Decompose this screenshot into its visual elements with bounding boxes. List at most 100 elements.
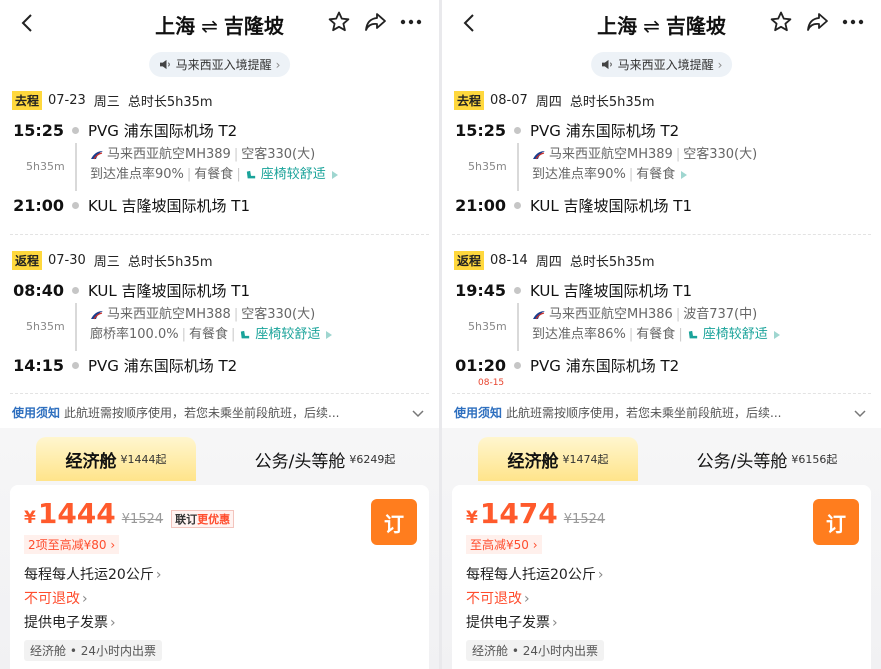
flight-detail-panel: 上海 ⇌ 吉隆坡 马来西亚入境提醒 › 去程 08-07 周四 总时长5h35m 15… (442, 0, 881, 669)
airline-logo-icon (533, 150, 545, 159)
ticketing-chip: 经济舱 • 24小时内出票 (24, 640, 162, 661)
flight-date: 08-07 (490, 92, 528, 108)
meal-info: 有餐食 (636, 167, 676, 182)
cabin-price: ¥1474起 (562, 453, 609, 466)
entry-notice-text: 马来西亚入境提醒 (175, 58, 272, 72)
total-duration: 总时长5h35m (569, 94, 655, 110)
refund-policy-link[interactable]: 不可退改 › (24, 588, 88, 608)
total-duration: 总时长5h35m (127, 94, 213, 110)
more-icon[interactable] (841, 10, 867, 36)
flight-info[interactable]: 马来西亚航空MH386 | 波音737(中) 到达准点率86% | 有餐食 | 座椅较舒适 (532, 305, 782, 345)
departure-stop: 15:25 PVG 浦东国际机场 T2 (0, 119, 237, 141)
outbound-tag: 去程 (12, 90, 43, 110)
star-icon[interactable] (327, 10, 353, 36)
discount-link[interactable]: 2项至高减¥80 › (24, 535, 120, 554)
timeline-line (75, 303, 77, 351)
seat-icon (688, 330, 697, 338)
chevron-down-icon[interactable] (411, 406, 425, 420)
star-icon[interactable] (769, 10, 795, 36)
baggage-link[interactable]: 每程每人托运20公斤 › (24, 564, 161, 584)
usage-notice[interactable]: 使用须知 此航班需按顺序使用，若您未乘坐前段航班，后续... (454, 404, 867, 421)
baggage-link[interactable]: 每程每人托运20公斤 › (466, 564, 603, 584)
arrival-stop: 21:00 KUL 吉隆坡国际机场 T1 (0, 194, 250, 216)
return-segment: 返程 08-14 周四 总时长5h35m (442, 250, 881, 270)
punctuality: 廊桥率100.0% (90, 327, 179, 342)
flight-detail-panel: 上海 ⇌ 吉隆坡 马来西亚入境提醒 › 去程 07-23 周三 总时长5h35m 15… (0, 0, 439, 669)
cabin-name: 公务/头等舱 (696, 451, 788, 472)
header: 上海 ⇌ 吉隆坡 (442, 0, 881, 46)
flight-info[interactable]: 马来西亚航空MH388 | 空客330(大) 廊桥率100.0% | 有餐食 | 座椅较舒适 (90, 305, 334, 345)
divider (452, 234, 871, 235)
fare-price: ¥ 1444 ¥1524 联订更优惠 (24, 497, 235, 530)
share-icon[interactable] (805, 10, 831, 36)
usage-notice[interactable]: 使用须知 此航班需按顺序使用，若您未乘坐前段航班，后续... (12, 404, 425, 421)
comfort-label[interactable]: 座椅较舒适 (244, 167, 326, 182)
divider (452, 393, 871, 394)
usage-notice-label: 使用须知 (454, 406, 503, 420)
round-trip-icon: ⇌ (643, 14, 660, 38)
tab-business[interactable]: 公务/头等舱 ¥6249起 (235, 437, 415, 481)
timeline-dot (514, 286, 521, 294)
comfort-label[interactable]: 座椅较舒适 (238, 327, 320, 342)
timeline-dot (72, 286, 79, 294)
fare-card: ¥ 1474 ¥1524 至高减¥50 › 订 每程每人托运20公斤 › 不可退改… (452, 485, 871, 669)
usage-notice-text: 此航班需按顺序使用，若您未乘坐前段航班，后续... (506, 406, 782, 420)
flight-date: 08-14 (490, 252, 528, 268)
flight-info[interactable]: 马来西亚航空MH389 | 空客330(大) 到达准点率90% | 有餐食 | 座椅较舒适 (90, 145, 340, 185)
invoice-link[interactable]: 提供电子发票 › (24, 612, 116, 632)
currency-symbol: ¥ (466, 508, 478, 528)
arrival-time: 21:00 (455, 195, 506, 215)
comfort-label[interactable]: 座椅较舒适 (686, 327, 768, 342)
entry-notice-link[interactable]: 马来西亚入境提醒 › (590, 52, 733, 77)
seat-icon (241, 330, 250, 338)
invoice-link[interactable]: 提供电子发票 › (466, 612, 558, 632)
airline-logo-icon (533, 310, 545, 319)
airline-flight: 马来西亚航空MH388 (107, 307, 231, 322)
meal-info: 有餐食 (194, 167, 234, 182)
arrival-time: 14:15 (13, 355, 64, 375)
departure-airport: PVG 浦东国际机场 T2 (530, 121, 680, 140)
destination-city: 吉隆坡 (665, 14, 726, 38)
return-segment: 返程 07-30 周三 总时长5h35m (0, 250, 439, 270)
flight-duration: 5h35m (468, 160, 507, 173)
more-icon[interactable] (399, 10, 425, 36)
cabin-name: 公务/头等舱 (254, 451, 346, 472)
meal-info: 有餐食 (188, 327, 228, 342)
arrival-stop: 01:20 PVG 浦东国际机场 T2 (442, 354, 679, 376)
arrival-time: 01:20 (455, 355, 506, 375)
airline-flight: 马来西亚航空MH389 (549, 147, 673, 162)
refund-policy-link[interactable]: 不可退改 › (466, 588, 530, 608)
timeline-dot (514, 201, 521, 209)
round-trip-icon: ⇌ (201, 14, 218, 38)
flight-info[interactable]: 马来西亚航空MH389 | 空客330(大) 到达准点率90% | 有餐食 (532, 145, 757, 185)
original-price: ¥1524 (121, 512, 164, 527)
price-value: 1474 (479, 497, 558, 530)
expand-arrow-icon[interactable] (679, 170, 689, 180)
discount-link[interactable]: 至高减¥50 › (466, 535, 542, 554)
timeline-line (517, 303, 519, 351)
tab-economy[interactable]: 经济舱 ¥1444起 (36, 437, 196, 481)
tab-business[interactable]: 公务/头等舱 ¥6156起 (677, 437, 857, 481)
total-duration: 总时长5h35m (127, 254, 213, 270)
book-button[interactable]: 订 (371, 499, 417, 545)
departure-airport: PVG 浦东国际机场 T2 (88, 121, 238, 140)
expand-arrow-icon[interactable] (330, 170, 340, 180)
origin-city: 上海 (155, 14, 196, 38)
book-button[interactable]: 订 (813, 499, 859, 545)
arrival-stop: 14:15 PVG 浦东国际机场 T2 (0, 354, 237, 376)
share-icon[interactable] (363, 10, 389, 36)
airline-flight: 马来西亚航空MH386 (549, 307, 673, 322)
aircraft-type: 波音737(中) (683, 307, 758, 322)
punctuality: 到达准点率86% (532, 327, 626, 342)
arrival-airport: PVG 浦东国际机场 T2 (88, 356, 238, 375)
flight-duration: 5h35m (26, 160, 65, 173)
timeline-dot (72, 361, 79, 369)
punctuality: 到达准点率90% (90, 167, 184, 182)
entry-notice-link[interactable]: 马来西亚入境提醒 › (148, 52, 291, 77)
expand-arrow-icon[interactable] (324, 330, 334, 340)
departure-time: 15:25 (13, 120, 64, 140)
tab-economy[interactable]: 经济舱 ¥1474起 (478, 437, 638, 481)
chevron-down-icon[interactable] (853, 406, 867, 420)
expand-arrow-icon[interactable] (772, 330, 782, 340)
header: 上海 ⇌ 吉隆坡 (0, 0, 439, 46)
